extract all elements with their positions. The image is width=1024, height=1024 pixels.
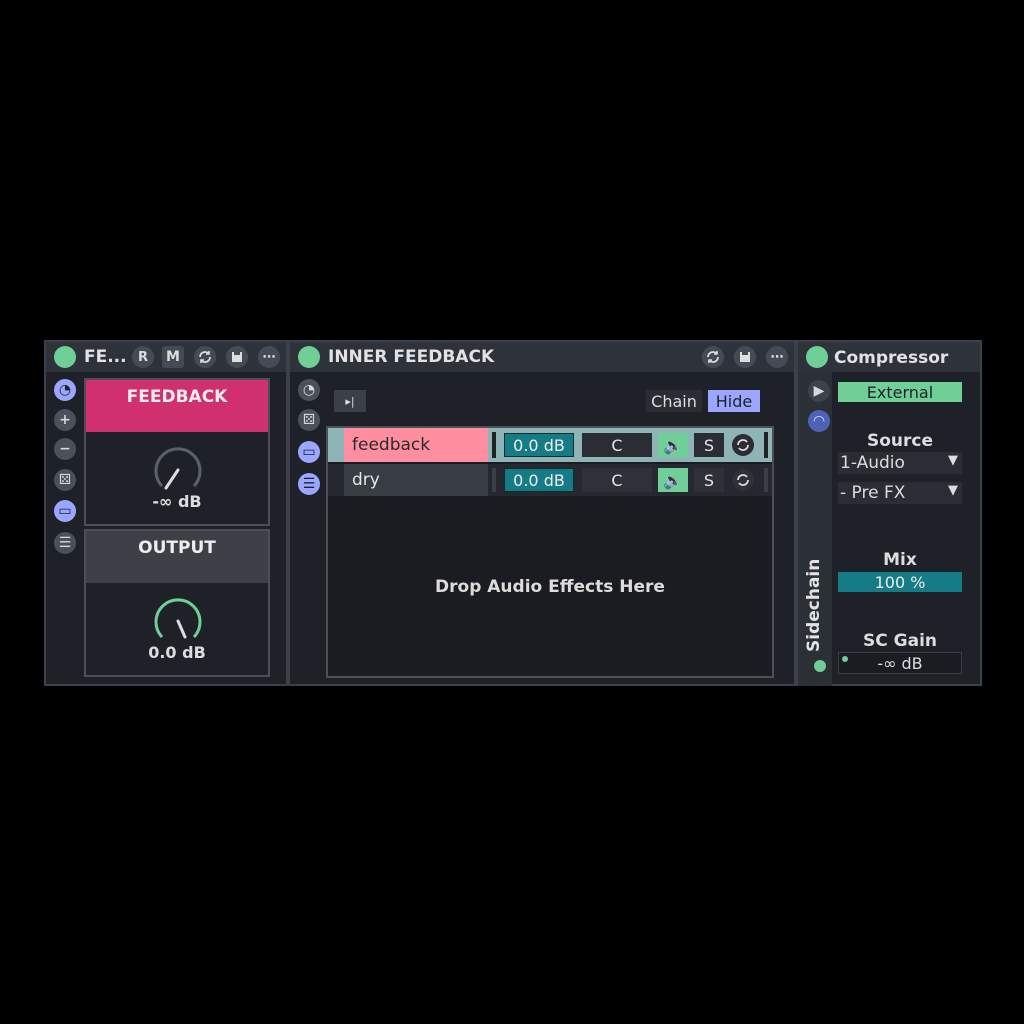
- macro-label: OUTPUT: [86, 531, 268, 583]
- solo-button[interactable]: S: [694, 468, 724, 492]
- hot-swap-icon[interactable]: [194, 346, 216, 368]
- randomize-icon[interactable]: ⚄: [54, 469, 76, 491]
- dropdown-arrow-icon: ▼: [948, 453, 958, 468]
- external-button[interactable]: External: [838, 382, 962, 402]
- device-title: INNER FEEDBACK: [328, 347, 495, 367]
- chain-volume[interactable]: 0.0 dB: [504, 433, 574, 457]
- inner-feedback-rack: INNER FEEDBACK ⋯ ◔ ⚄ ▭ ☰ ▸| Chain Hide f…: [288, 340, 796, 686]
- chain-pan[interactable]: C: [582, 468, 652, 492]
- headphones-icon[interactable]: ◠: [808, 410, 830, 432]
- feedback-knob[interactable]: [152, 444, 204, 496]
- feedback-rack-device: FE... R M ⋯ ◔ + − ⚄ ▭ ☰ FEEDBACK -∞ dB O…: [44, 340, 288, 686]
- mix-slider[interactable]: 100 %: [838, 572, 962, 592]
- mix-label: Mix: [883, 550, 917, 570]
- chain-row[interactable]: feedback 0.0 dB C 🔈 S: [328, 428, 772, 462]
- chain-list-icon[interactable]: ▭: [298, 441, 320, 463]
- remove-macro-icon[interactable]: −: [54, 438, 76, 460]
- drop-zone[interactable]: Drop Audio Effects Here: [328, 498, 772, 676]
- device-rack: FE... R M ⋯ ◔ + − ⚄ ▭ ☰ FEEDBACK -∞ dB O…: [44, 340, 982, 686]
- auto-select-icon[interactable]: ▸|: [334, 390, 366, 412]
- r-button[interactable]: R: [132, 346, 154, 368]
- hot-swap-icon[interactable]: [702, 346, 724, 368]
- hide-button[interactable]: Hide: [708, 390, 760, 412]
- chain-button[interactable]: Chain: [646, 390, 702, 412]
- compressor-device: Compressor ▶ ◠ Sidechain External Source…: [796, 340, 982, 686]
- divider: [492, 468, 496, 492]
- source-select[interactable]: 1-Audio ▼: [838, 452, 962, 474]
- macro-feedback: FEEDBACK -∞ dB: [84, 378, 270, 526]
- prefx-select[interactable]: - Pre FX ▼: [838, 482, 962, 504]
- devices-icon[interactable]: ☰: [298, 473, 320, 495]
- chain-volume[interactable]: 0.0 dB: [504, 468, 574, 492]
- macro-label: FEEDBACK: [86, 380, 268, 432]
- macro-output: OUTPUT 0.0 dB: [84, 529, 270, 677]
- sidechain-label: Sidechain: [804, 558, 824, 652]
- randomize-icon[interactable]: ⚄: [298, 409, 320, 431]
- m-button[interactable]: M: [162, 346, 184, 368]
- divider: [764, 468, 768, 492]
- macro-knob-icon[interactable]: ◔: [298, 379, 320, 401]
- prefx-value: - Pre FX: [840, 483, 906, 503]
- macro-knob-icon[interactable]: ◔: [54, 379, 76, 401]
- device-title: Compressor: [834, 348, 949, 368]
- device-power-toggle[interactable]: [298, 346, 320, 368]
- macro-value: -∞ dB: [152, 492, 202, 511]
- source-value: 1-Audio: [840, 453, 905, 473]
- scgain-indicator: [842, 656, 848, 662]
- speaker-icon[interactable]: 🔈: [658, 468, 688, 492]
- devices-icon[interactable]: ☰: [54, 532, 76, 554]
- add-macro-icon[interactable]: +: [54, 409, 76, 431]
- device-power-toggle[interactable]: [806, 346, 828, 368]
- speaker-icon[interactable]: 🔈: [658, 433, 688, 457]
- hot-swap-icon[interactable]: [732, 434, 754, 456]
- scgain-field[interactable]: -∞ dB: [838, 652, 962, 674]
- chain-name[interactable]: feedback: [344, 428, 488, 462]
- divider: [764, 432, 768, 458]
- divider: [492, 432, 496, 458]
- output-knob[interactable]: [152, 595, 204, 647]
- chain-row[interactable]: dry 0.0 dB C 🔈 S: [328, 464, 772, 496]
- more-options-icon[interactable]: ⋯: [766, 346, 788, 368]
- chain-pan[interactable]: C: [582, 433, 652, 457]
- device-title: FE...: [84, 347, 127, 367]
- hot-swap-icon[interactable]: [732, 469, 754, 491]
- chain-list-icon[interactable]: ▭: [54, 500, 76, 522]
- sidechain-toggle[interactable]: [814, 660, 826, 672]
- chain-list: feedback 0.0 dB C 🔈 S dry 0.0 dB C 🔈 S D…: [326, 426, 774, 678]
- macro-value: 0.0 dB: [148, 643, 206, 662]
- source-label: Source: [866, 431, 934, 451]
- save-icon[interactable]: [226, 346, 248, 368]
- device-power-toggle[interactable]: [54, 346, 76, 368]
- chain-name[interactable]: dry: [344, 464, 488, 496]
- scgain-label: SC Gain: [863, 631, 937, 651]
- play-icon[interactable]: ▶: [808, 380, 830, 402]
- save-icon[interactable]: [734, 346, 756, 368]
- more-options-icon[interactable]: ⋯: [258, 346, 280, 368]
- dropdown-arrow-icon: ▼: [948, 483, 958, 498]
- solo-button[interactable]: S: [694, 433, 724, 457]
